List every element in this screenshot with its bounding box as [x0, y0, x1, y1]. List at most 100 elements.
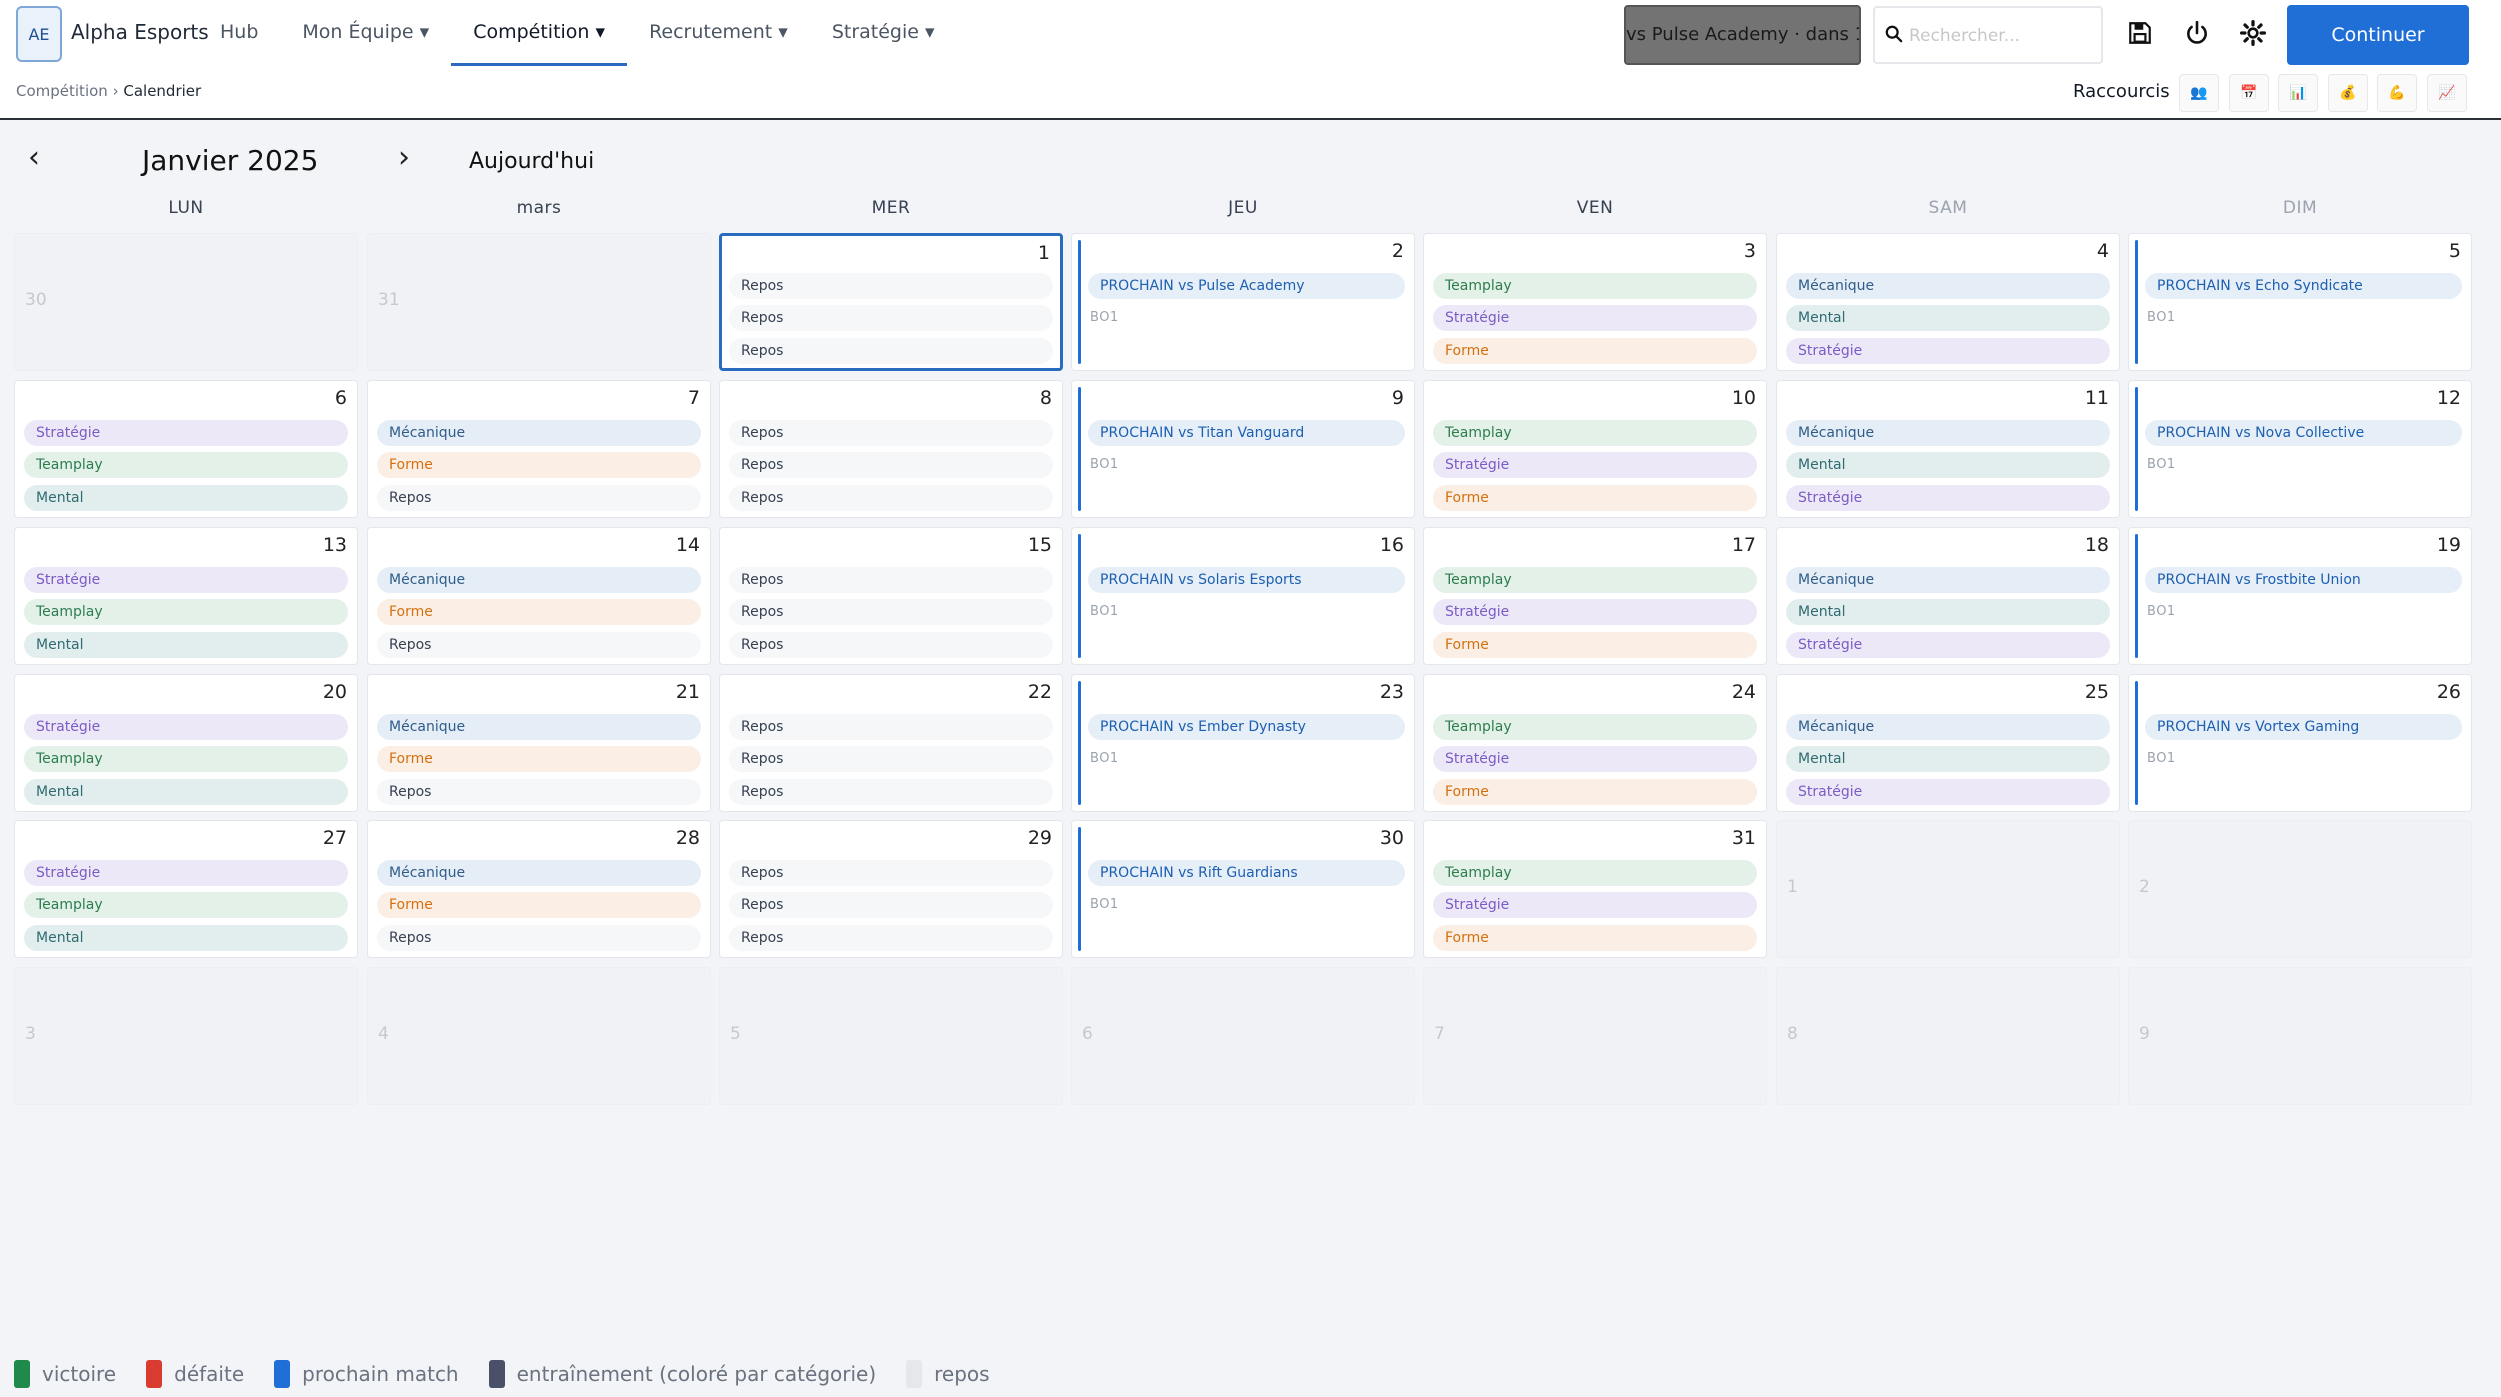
day-cell[interactable]: 4 Mécanique Mental Stratégie — [1776, 233, 2120, 371]
match-event[interactable]: PROCHAIN vs Rift Guardians — [1088, 860, 1405, 886]
training-event[interactable]: Repos — [729, 860, 1053, 886]
nav-item-0[interactable]: Hub — [200, 0, 280, 66]
day-cell[interactable]: 5 — [719, 967, 1063, 1105]
strength-icon[interactable]: 💪 — [2377, 74, 2417, 112]
gear-icon[interactable] — [2236, 16, 2270, 50]
training-event[interactable]: Mental — [1786, 599, 2110, 625]
training-event[interactable]: Stratégie — [1433, 305, 1757, 331]
day-cell[interactable]: 8 — [1776, 967, 2120, 1105]
day-cell[interactable]: 28 Mécanique Forme Repos — [367, 820, 711, 958]
day-cell[interactable]: 20 Stratégie Teamplay Mental — [14, 674, 358, 812]
training-event[interactable]: Stratégie — [1786, 779, 2110, 805]
training-event[interactable]: Stratégie — [1433, 452, 1757, 478]
training-event[interactable]: Stratégie — [1433, 892, 1757, 918]
training-event[interactable]: Repos — [377, 925, 701, 951]
training-event[interactable]: Repos — [729, 779, 1053, 805]
day-cell[interactable]: 27 Stratégie Teamplay Mental — [14, 820, 358, 958]
training-event[interactable]: Stratégie — [1786, 338, 2110, 364]
training-event[interactable]: Repos — [729, 452, 1053, 478]
day-cell[interactable]: 18 Mécanique Mental Stratégie — [1776, 527, 2120, 665]
day-cell[interactable]: 31 Teamplay Stratégie Forme — [1423, 820, 1767, 958]
training-event[interactable]: Stratégie — [24, 860, 348, 886]
nav-item-2[interactable]: Compétition ▾ — [451, 0, 628, 66]
training-event[interactable]: Mental — [1786, 305, 2110, 331]
day-cell[interactable]: 7 Mécanique Forme Repos — [367, 380, 711, 518]
day-cell[interactable]: 19 PROCHAIN vs Frostbite Union BO1 — [2128, 527, 2472, 665]
match-event[interactable]: PROCHAIN vs Pulse Academy — [1088, 273, 1405, 299]
day-cell[interactable]: 12 PROCHAIN vs Nova Collective BO1 — [2128, 380, 2472, 518]
day-cell[interactable]: 14 Mécanique Forme Repos — [367, 527, 711, 665]
day-cell[interactable]: 24 Teamplay Stratégie Forme — [1423, 674, 1767, 812]
training-event[interactable]: Mécanique — [1786, 273, 2110, 299]
training-event[interactable]: Mental — [24, 925, 348, 951]
training-event[interactable]: Forme — [1433, 485, 1757, 511]
day-cell[interactable]: 2 — [2128, 820, 2472, 958]
match-event[interactable]: PROCHAIN vs Echo Syndicate — [2145, 273, 2462, 299]
day-cell[interactable]: 10 Teamplay Stratégie Forme — [1423, 380, 1767, 518]
nav-item-3[interactable]: Recrutement ▾ — [627, 0, 810, 66]
training-event[interactable]: Forme — [377, 452, 701, 478]
training-event[interactable]: Mécanique — [377, 714, 701, 740]
training-event[interactable]: Forme — [377, 892, 701, 918]
day-cell[interactable]: 6 Stratégie Teamplay Mental — [14, 380, 358, 518]
training-event[interactable]: Mécanique — [1786, 420, 2110, 446]
training-event[interactable]: Mécanique — [1786, 567, 2110, 593]
save-icon[interactable] — [2123, 16, 2157, 50]
day-cell[interactable]: 7 — [1423, 967, 1767, 1105]
day-cell[interactable]: 21 Mécanique Forme Repos — [367, 674, 711, 812]
training-event[interactable]: Mécanique — [1786, 714, 2110, 740]
training-event[interactable]: Teamplay — [1433, 420, 1757, 446]
training-event[interactable]: Stratégie — [24, 420, 348, 446]
training-event[interactable]: Stratégie — [24, 714, 348, 740]
day-cell[interactable]: 26 PROCHAIN vs Vortex Gaming BO1 — [2128, 674, 2472, 812]
day-cell[interactable]: 4 — [367, 967, 711, 1105]
training-event[interactable]: Teamplay — [1433, 860, 1757, 886]
training-event[interactable]: Teamplay — [1433, 567, 1757, 593]
training-event[interactable]: Stratégie — [1433, 746, 1757, 772]
training-event[interactable]: Repos — [729, 420, 1053, 446]
training-event[interactable]: Teamplay — [24, 892, 348, 918]
training-event[interactable]: Repos — [729, 485, 1053, 511]
prev-month-button[interactable]: ‹ — [28, 140, 40, 175]
calendar-icon[interactable]: 📅 — [2229, 74, 2269, 112]
stats-icon[interactable]: 📊 — [2278, 74, 2318, 112]
today-button[interactable]: Aujourd'hui — [469, 149, 594, 174]
training-event[interactable]: Repos — [729, 714, 1053, 740]
training-event[interactable]: Stratégie — [1786, 485, 2110, 511]
training-event[interactable]: Mécanique — [377, 567, 701, 593]
day-cell[interactable]: 11 Mécanique Mental Stratégie — [1776, 380, 2120, 518]
training-event[interactable]: Repos — [729, 273, 1053, 299]
day-cell[interactable]: 2 PROCHAIN vs Pulse Academy BO1 — [1071, 233, 1415, 371]
day-cell[interactable]: 22 Repos Repos Repos — [719, 674, 1063, 812]
training-event[interactable]: Mécanique — [377, 860, 701, 886]
day-cell[interactable]: 15 Repos Repos Repos — [719, 527, 1063, 665]
training-event[interactable]: Repos — [729, 925, 1053, 951]
day-cell[interactable]: 30 — [14, 233, 358, 371]
training-event[interactable]: Mental — [1786, 746, 2110, 772]
training-event[interactable]: Stratégie — [24, 567, 348, 593]
training-event[interactable]: Forme — [377, 599, 701, 625]
day-cell[interactable]: 1 — [1776, 820, 2120, 958]
day-cell[interactable]: 23 PROCHAIN vs Ember Dynasty BO1 — [1071, 674, 1415, 812]
training-event[interactable]: Stratégie — [1433, 599, 1757, 625]
training-event[interactable]: Repos — [729, 746, 1053, 772]
day-cell[interactable]: 3 — [14, 967, 358, 1105]
breadcrumb-parent[interactable]: Compétition — [16, 82, 108, 100]
day-cell[interactable]: 9 PROCHAIN vs Titan Vanguard BO1 — [1071, 380, 1415, 518]
match-event[interactable]: PROCHAIN vs Titan Vanguard — [1088, 420, 1405, 446]
training-event[interactable]: Repos — [729, 305, 1053, 331]
training-event[interactable]: Forme — [1433, 338, 1757, 364]
day-cell[interactable]: 13 Stratégie Teamplay Mental — [14, 527, 358, 665]
day-cell[interactable]: 6 — [1071, 967, 1415, 1105]
day-cell[interactable]: 17 Teamplay Stratégie Forme — [1423, 527, 1767, 665]
match-event[interactable]: PROCHAIN vs Frostbite Union — [2145, 567, 2462, 593]
training-event[interactable]: Mental — [24, 779, 348, 805]
training-event[interactable]: Repos — [729, 338, 1053, 364]
nav-item-4[interactable]: Stratégie ▾ — [810, 0, 957, 66]
next-match-ticker[interactable]: vs Pulse Academy · dans 1 j — [1624, 5, 1861, 65]
training-event[interactable]: Teamplay — [1433, 714, 1757, 740]
training-event[interactable]: Mental — [24, 485, 348, 511]
training-event[interactable]: Forme — [1433, 632, 1757, 658]
training-event[interactable]: Teamplay — [24, 746, 348, 772]
training-event[interactable]: Repos — [377, 632, 701, 658]
